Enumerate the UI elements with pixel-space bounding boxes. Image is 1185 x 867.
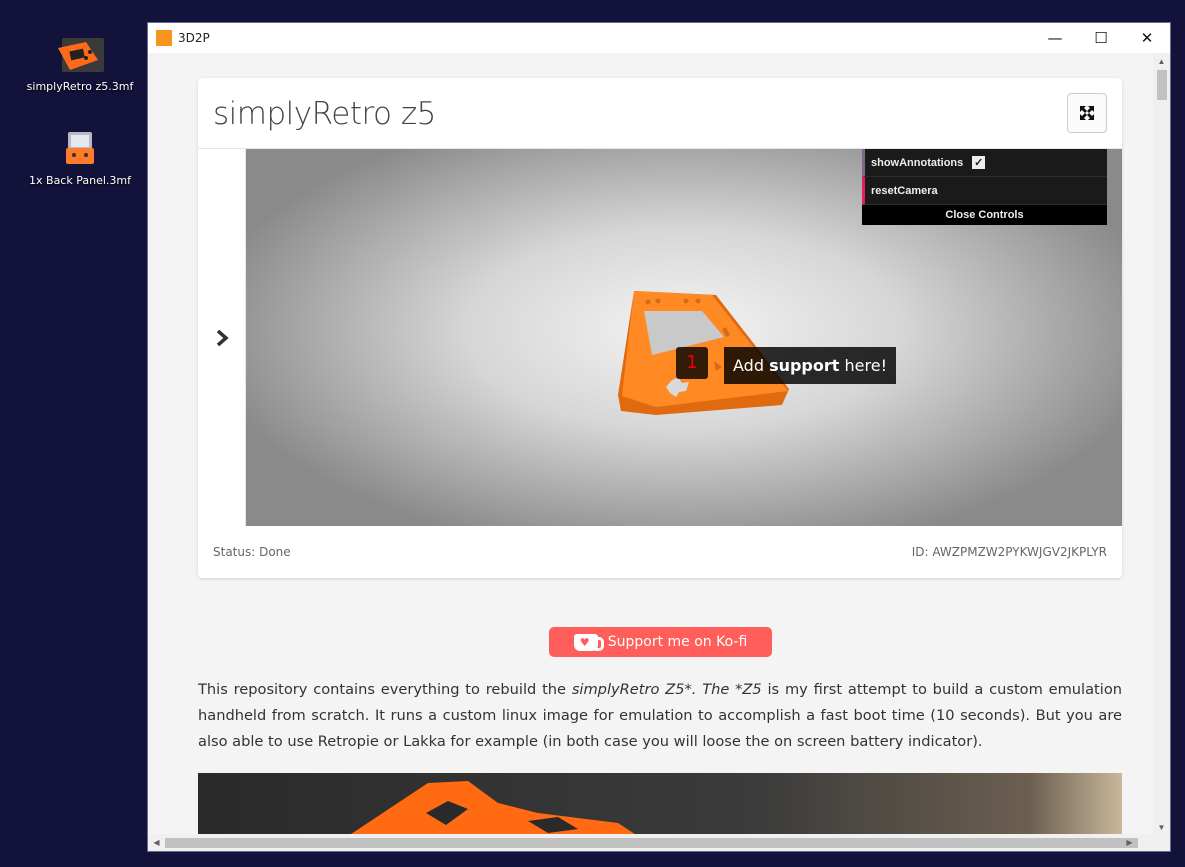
status-text: Status: Done [213, 545, 291, 559]
chevron-right-icon [216, 329, 229, 346]
show-annotations-label: showAnnotations [871, 156, 964, 169]
scroll-right-icon[interactable]: ▶ [1121, 834, 1138, 851]
description-paragraph: This repository contains everything to r… [198, 677, 1122, 755]
close-controls-button[interactable]: Close Controls [862, 205, 1107, 225]
app-window: 3D2P — ☐ ✕ simplyRetro z5 showAnnotation… [147, 22, 1171, 852]
3mf-file-icon [54, 36, 106, 76]
window-title: 3D2P [178, 31, 210, 45]
annotation-text-before: Add [733, 356, 770, 375]
reset-camera-row[interactable]: resetCamera [862, 177, 1107, 205]
desktop-icon-back-panel[interactable]: 1x Back Panel.3mf [25, 130, 135, 187]
annotation-text-bold: support [769, 356, 840, 375]
scroll-corner [1153, 834, 1170, 851]
card-footer: Status: Done ID: AWZPMZW2PYKWJGV2JKPLYR [198, 526, 1122, 578]
3d-viewer[interactable]: showAnnotations ✓ resetCamera Close Cont… [246, 149, 1122, 526]
maximize-button[interactable]: ☐ [1078, 23, 1124, 53]
vertical-scroll-thumb[interactable] [1157, 70, 1167, 100]
kofi-label: Support me on Ko-fi [607, 634, 748, 650]
app-icon [156, 30, 172, 46]
annotation-label: Add support here! [724, 347, 896, 384]
model-card: simplyRetro z5 showAnnotations ✓ resetCa… [198, 78, 1122, 578]
3mf-file-icon [54, 130, 106, 170]
reset-camera-label: resetCamera [871, 184, 938, 197]
fullscreen-button[interactable] [1067, 93, 1107, 133]
kofi-button[interactable]: ♥ Support me on Ko-fi [549, 627, 772, 657]
description-part1: This repository contains everything to r… [198, 681, 572, 698]
show-annotations-checkbox[interactable]: ✓ [972, 156, 986, 169]
kofi-cup-icon: ♥ [573, 633, 604, 651]
photo-content [348, 781, 638, 836]
dat-gui-controls: showAnnotations ✓ resetCamera Close Cont… [862, 149, 1107, 225]
scroll-up-icon[interactable]: ▲ [1153, 53, 1170, 70]
show-annotations-row[interactable]: showAnnotations ✓ [862, 149, 1107, 177]
horizontal-scrollbar[interactable]: ◀ ▶ [148, 834, 1155, 851]
expand-icon [1080, 106, 1094, 120]
horizontal-scroll-thumb[interactable] [165, 838, 1138, 848]
vertical-scrollbar[interactable]: ▲ ▼ [1153, 53, 1170, 836]
annotation-number[interactable]: 1 [676, 347, 708, 379]
desktop-icon-simplyretro-z5[interactable]: simplyRetro z5.3mf [25, 36, 135, 93]
desktop-icon-label: 1x Back Panel.3mf [29, 174, 131, 187]
annotation-text-after: here! [839, 356, 887, 375]
scroll-left-icon[interactable]: ◀ [148, 834, 165, 851]
description-italic: simplyRetro Z5*. The *Z5 [571, 681, 762, 698]
desktop-icon-label: simplyRetro z5.3mf [26, 80, 134, 93]
close-button[interactable]: ✕ [1124, 23, 1170, 53]
next-model-button[interactable] [198, 149, 246, 526]
title-bar[interactable]: 3D2P — ☐ ✕ [148, 23, 1170, 53]
model-title: simplyRetro z5 [213, 96, 436, 132]
minimize-button[interactable]: — [1032, 23, 1078, 53]
model-id: ID: AWZPMZW2PYKWJGV2JKPLYR [911, 545, 1107, 559]
build-photo [198, 773, 1122, 836]
page-content: simplyRetro z5 showAnnotations ✓ resetCa… [148, 53, 1155, 836]
